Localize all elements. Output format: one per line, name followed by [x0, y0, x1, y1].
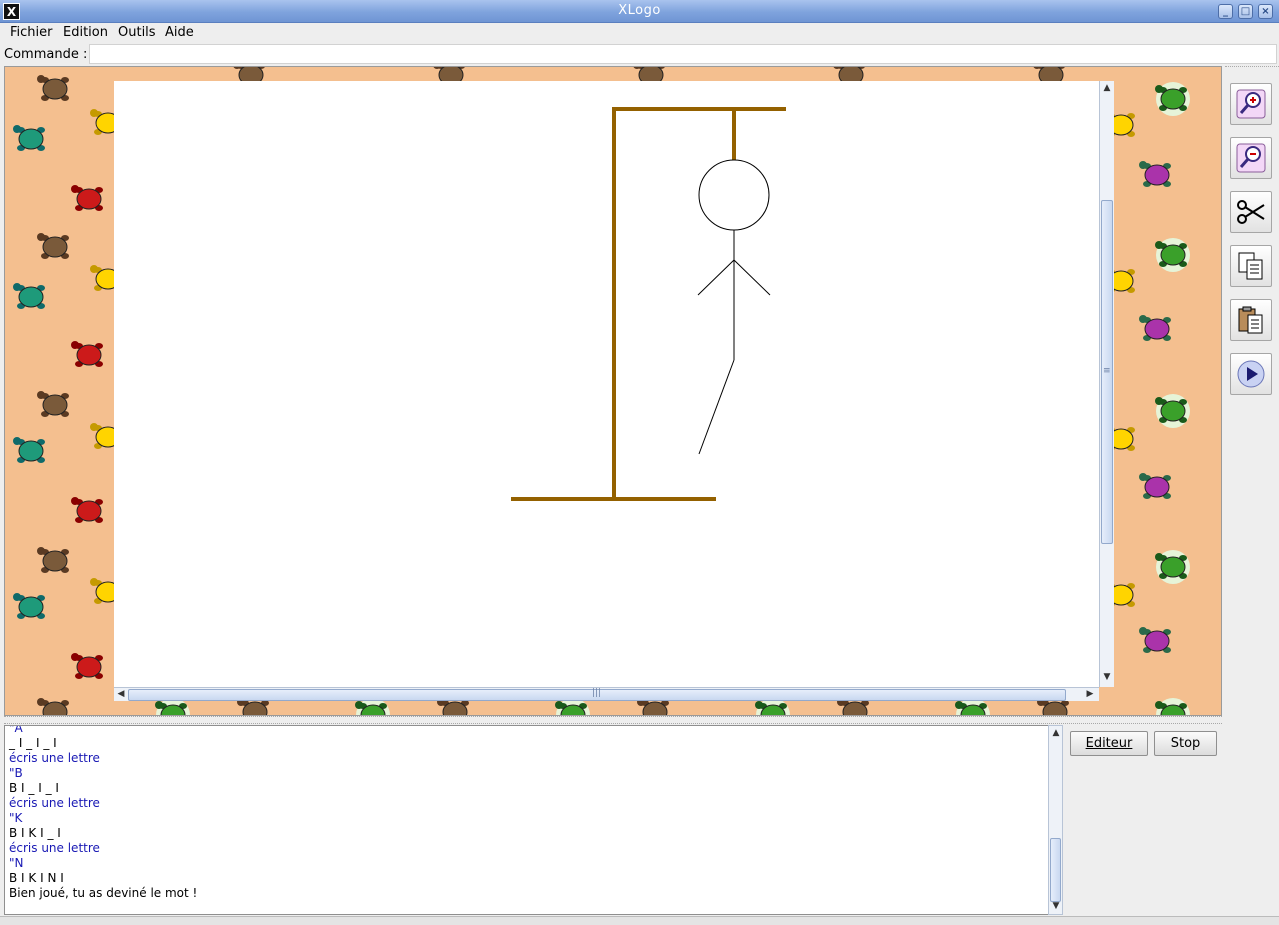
play-icon — [1237, 360, 1265, 388]
turtle-decoration-icon — [1155, 238, 1190, 272]
copy-icon — [1238, 252, 1263, 280]
command-input[interactable] — [89, 44, 1277, 64]
turtle-decoration-icon — [71, 497, 103, 523]
zoom-out-button[interactable] — [1230, 137, 1272, 179]
turtle-decoration-icon — [71, 653, 103, 679]
maximize-icon[interactable]: □ — [1238, 4, 1253, 19]
command-label: Commande : — [4, 47, 88, 62]
editor-button-label: Editeur — [1085, 736, 1133, 751]
canvas-horizontal-scrollbar[interactable]: ◀ ||| ▶ — [114, 687, 1099, 701]
close-icon[interactable]: × — [1258, 4, 1273, 19]
drawing-canvas[interactable] — [114, 81, 1099, 687]
turtle-decoration-icon — [13, 283, 45, 309]
vertical-grip-icon: ≡ — [1103, 366, 1111, 376]
split-pane-divider[interactable] — [4, 716, 1222, 724]
cut-button[interactable] — [1230, 191, 1272, 233]
turtle-decoration-icon — [71, 341, 103, 367]
history-scroll-up-arrow[interactable]: ▲ — [1049, 727, 1063, 740]
history-scrollbar[interactable]: ▲ ▼ — [1048, 725, 1063, 915]
man-left-leg — [698, 359, 735, 455]
turtle-decoration-icon — [37, 391, 69, 417]
man-head — [698, 159, 770, 231]
turtle-decoration-icon — [13, 437, 45, 463]
history-line: "K — [9, 811, 23, 825]
zoom-in-button[interactable] — [1230, 83, 1272, 125]
turtle-decoration-icon — [13, 593, 45, 619]
turtle-decoration-icon — [1155, 394, 1190, 428]
menu-aide[interactable]: Aide — [165, 25, 194, 40]
minimize-icon[interactable]: _ — [1218, 4, 1233, 19]
man-left-arm — [697, 259, 735, 296]
command-row: Commande : — [0, 43, 1279, 65]
menu-bar: Fichier Edition Outils Aide — [0, 23, 1279, 43]
turtle-decoration-icon — [71, 185, 103, 211]
history-line: écris une lettre — [9, 751, 100, 765]
history-scroll-down-arrow[interactable]: ▼ — [1049, 900, 1063, 913]
drawing-area: ▲ ≡ ▼ ◀ ||| ▶ — [4, 66, 1222, 716]
history-line: B I _ I _ I — [9, 781, 59, 795]
man-right-arm — [733, 259, 771, 296]
history-line: écris une lettre — [9, 841, 100, 855]
turtle-decoration-icon — [37, 75, 69, 101]
turtle-decoration-icon — [13, 125, 45, 151]
window-title: XLogo — [618, 3, 661, 18]
horizontal-grip-icon: ||| — [592, 688, 602, 698]
history-line: "N — [9, 856, 24, 870]
scroll-right-arrow[interactable]: ▶ — [1083, 688, 1097, 701]
turtle-decoration-icon — [1155, 698, 1190, 715]
menu-fichier[interactable]: Fichier — [10, 25, 53, 40]
side-toolbar — [1225, 66, 1279, 716]
turtle-decoration-icon — [1139, 315, 1171, 341]
history-line: B I K I N I — [9, 871, 64, 885]
history-line: "A — [9, 725, 23, 735]
hanged-man — [697, 159, 771, 455]
hangman-drawing — [511, 107, 786, 501]
stop-button[interactable]: Stop — [1154, 731, 1217, 756]
gallows — [511, 107, 786, 501]
turtle-decoration-icon — [37, 698, 69, 715]
history-line: _ I _ I _ I — [9, 736, 57, 750]
paste-icon — [1238, 306, 1263, 334]
copy-button[interactable] — [1230, 245, 1272, 287]
zoom-in-icon — [1236, 89, 1266, 119]
menu-outils[interactable]: Outils — [118, 25, 156, 40]
turtle-decoration-icon — [1155, 82, 1190, 116]
canvas-vertical-scrollbar[interactable]: ▲ ≡ ▼ — [1099, 81, 1114, 687]
paste-button[interactable] — [1230, 299, 1272, 341]
stop-button-label: Stop — [1170, 736, 1201, 751]
editor-button[interactable]: Editeur — [1070, 731, 1148, 756]
menu-edition[interactable]: Edition — [63, 25, 108, 40]
history-line: B I K I _ I — [9, 826, 61, 840]
cut-icon — [1237, 200, 1265, 224]
zoom-out-icon — [1236, 143, 1266, 173]
scroll-up-arrow[interactable]: ▲ — [1100, 82, 1114, 95]
turtle-decoration-icon — [37, 547, 69, 573]
history-line: Bien joué, tu as deviné le mot ! — [9, 886, 198, 900]
turtle-decoration-icon — [1139, 627, 1171, 653]
turtle-decoration-icon — [1139, 473, 1171, 499]
title-bar: X XLogo _ □ × — [0, 0, 1279, 23]
scroll-down-arrow[interactable]: ▼ — [1100, 671, 1114, 684]
scroll-left-arrow[interactable]: ◀ — [114, 688, 128, 701]
turtle-decoration-icon — [1139, 161, 1171, 187]
history-panel[interactable]: "A _ I _ I _ I écris une lettre "B B I _… — [4, 725, 1050, 915]
history-line: écris une lettre — [9, 796, 100, 810]
turtle-decoration-icon — [37, 233, 69, 259]
history-scroll-thumb[interactable] — [1050, 838, 1061, 902]
turtle-decoration-icon — [1155, 550, 1190, 584]
run-button[interactable] — [1230, 353, 1272, 395]
history-line: "B — [9, 766, 23, 780]
